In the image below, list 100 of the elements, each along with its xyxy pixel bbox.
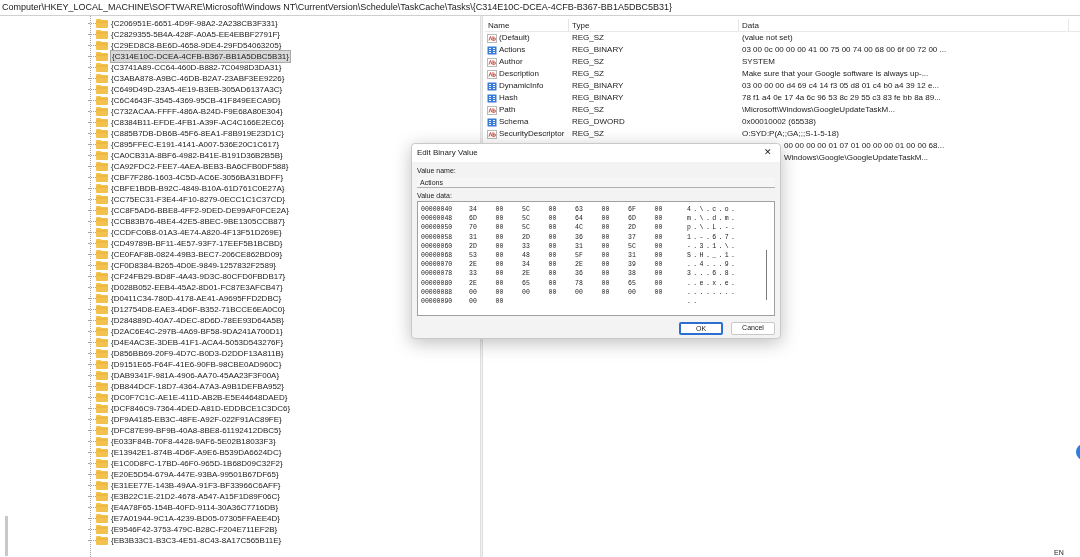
tree-item[interactable]: {C732ACAA-FFFF-486A-B24D-F9E68A80E304}: [110, 106, 284, 117]
folder-icon: [96, 173, 108, 182]
tree-item[interactable]: {C29ED8C8-BE6D-4658-9DE4-29FD54063205}: [110, 40, 283, 51]
value-type: REG_SZ: [571, 32, 605, 44]
tree-item[interactable]: {E3B22C1E-21D2-4678-A547-A15F1D89F06C}: [110, 491, 281, 502]
tree-item[interactable]: {D9151E65-F64F-41E6-90FB-98CBE0AD960C}: [110, 359, 283, 370]
tree-item[interactable]: {E7A01944-9C1A-4239-BD05-07305FFAEE4D}: [110, 513, 281, 524]
tree-item[interactable]: {CCDFC0B8-01A3-4E74-A820-4F13F51D269E}: [110, 227, 283, 238]
tree-item[interactable]: {CC75EC31-F3E4-4F10-8279-0ECC1C1C37CD}: [110, 194, 286, 205]
value-data: (value not set): [741, 32, 794, 44]
tree-item[interactable]: {D12754D8-EAE3-4D6F-B352-71BCCE6EA0C0}: [110, 304, 286, 315]
tree-item[interactable]: {DCF846C9-7364-4DED-A81D-EDDBCE1C3DC6}: [110, 403, 292, 414]
value-name[interactable]: Schema: [499, 116, 529, 128]
column-header[interactable]: Type: [569, 19, 739, 31]
value-name[interactable]: Author: [499, 56, 523, 68]
folder-icon: [96, 261, 108, 270]
tree-item[interactable]: {D0411C34-780D-4178-AE41-A9695FFD2DBC}: [110, 293, 283, 304]
folder-icon: [96, 228, 108, 237]
value-type: REG_SZ: [571, 56, 605, 68]
value-name[interactable]: Description: [499, 68, 539, 80]
tree-item[interactable]: {E9546F42-3753-479C-B28C-F204E711EF2B}: [110, 524, 279, 535]
tree-item[interactable]: {C895FFEC-E191-4141-A007-536E20C1C617}: [110, 139, 281, 150]
tree-item[interactable]: {C2829355-5B4A-428F-A0A5-EE4EBBF2791F}: [110, 29, 281, 40]
folder-icon: [96, 338, 108, 347]
value-data: O:SYD:P(A;;GA;;;S-1-5-18): [741, 128, 840, 140]
close-button[interactable]: ✕: [761, 146, 775, 160]
value-name[interactable]: (Default): [499, 32, 530, 44]
tree-item[interactable]: {CA0CB31A-8BF6-4982-B41E-B191D36B2B5B}: [110, 150, 284, 161]
tree-item[interactable]: {C6C4643F-3545-4369-95CB-41F849EECA9D}: [110, 95, 282, 106]
tree-item[interactable]: {D284889D-40A7-4DEC-8D6D-78EE93D64A5B}: [110, 315, 285, 326]
folder-icon: [96, 514, 108, 523]
tree-item[interactable]: {D2AC6E4C-297B-4A69-BF58-9DA241A700D1}: [110, 326, 284, 337]
column-header[interactable]: Data: [739, 19, 1069, 31]
tree-item[interactable]: {D4E4AC3E-3DEB-41F1-ACA4-5053D543276F}: [110, 337, 285, 348]
tree-item[interactable]: {C8384B11-EFDE-4FB1-A39F-AC4C166E2EC6}: [110, 117, 285, 128]
tree-item[interactable]: {C314E10C-DCEA-4CFB-B367-BB1A5DBC5B31}: [110, 50, 291, 63]
tree-item[interactable]: {DC0F7C1C-AE1E-411D-AB2B-E5E44648DAED}: [110, 392, 289, 403]
folder-icon: [96, 360, 108, 369]
folder-icon: [96, 283, 108, 292]
tree-item[interactable]: {CF0D8384-B265-4D0E-9849-1257832F2589}: [110, 260, 277, 271]
tree-item[interactable]: {C885B7DB-DB6B-45F6-8EA1-F8B919E23D1C}: [110, 128, 285, 139]
tree-item[interactable]: {DFC87E99-BF9B-40A8-8BE8-61192412DBC5}: [110, 425, 283, 436]
tree-item[interactable]: {CA92FDC2-FEE7-4AEA-BEB3-BA6CFB0DF588}: [110, 161, 290, 172]
folder-icon: [96, 74, 108, 83]
string-value-icon: [487, 129, 497, 139]
string-value-icon: [487, 57, 497, 67]
value-name[interactable]: Path: [499, 104, 516, 116]
folder-icon: [96, 272, 108, 281]
value-type: REG_BINARY: [571, 92, 625, 104]
tree-item[interactable]: {EB3B33C1-B3C3-4E51-8C43-8A17C565B11E}: [110, 535, 283, 546]
column-header[interactable]: Name: [485, 19, 569, 31]
tree-item[interactable]: {E31EE77E-143B-49AA-91F3-BF33966C6AFF}: [110, 480, 282, 491]
folder-icon: [96, 393, 108, 402]
value-type: REG_SZ: [571, 128, 605, 140]
folder-icon: [96, 107, 108, 116]
string-value-icon: [487, 33, 497, 43]
tree-item[interactable]: {CBFE1BDB-B92C-4849-B10A-61D761C0E27A}: [110, 183, 286, 194]
tree-item[interactable]: {CBF7F286-1603-4C5D-AC6E-3056BA31BDFF}: [110, 172, 285, 183]
tree-item[interactable]: {DF9A4185-EB3C-48FE-A92F-022F91AC89FE}: [110, 414, 283, 425]
value-data: 0x00010002 (65538): [741, 116, 817, 128]
value-data: 03 00 0c 00 00 00 41 00 75 00 74 00 68 00 6f 00 72 00 ...: [741, 44, 948, 56]
value-name[interactable]: Hash: [499, 92, 518, 104]
scrollbar-thumb[interactable]: [765, 250, 767, 300]
tree-item[interactable]: {C206951E-6651-4D9F-98A2-2A238CB3F331}: [110, 18, 279, 29]
folder-icon: [96, 481, 108, 490]
folder-icon: [96, 448, 108, 457]
tree-item[interactable]: {D856BB69-20F9-4D7C-B0D3-D2DDF13A811B}: [110, 348, 285, 359]
tree-item[interactable]: {C3741A89-CC64-460D-B882-7C0498D3DA31}: [110, 62, 283, 73]
tree-item[interactable]: {E033F84B-70F8-4428-9AF6-5E02B18033F3}: [110, 436, 277, 447]
value-name[interactable]: DynamicInfo: [499, 80, 544, 92]
folder-icon: [96, 217, 108, 226]
folder-icon: [96, 294, 108, 303]
tree-item[interactable]: {CD49789B-BF11-4E57-93F7-17EEF5B1BCBD}: [110, 238, 284, 249]
folder-icon: [96, 470, 108, 479]
tree-item[interactable]: {DAB9341F-981A-4906-AA70-45AA23F3F00A}: [110, 370, 281, 381]
tree-item[interactable]: {D028B052-EEB4-45A2-8D01-FC87E3AFCB47}: [110, 282, 284, 293]
tree-item[interactable]: {C3ABA878-A9BC-46DB-B2A7-23ABF3EE9226}: [110, 73, 286, 84]
folder-icon: [96, 206, 108, 215]
tree-item[interactable]: {CCB83B76-4BE4-42E5-8BEC-9BE1305CCB87}: [110, 216, 286, 227]
tree-item[interactable]: {E20E5D54-679A-447E-93BA-99501B67DF65}: [110, 469, 280, 480]
tree-item[interactable]: {E13942E1-874B-4D6F-A9E6-B539DA6624DC}: [110, 447, 283, 458]
tree-item[interactable]: {CF24FB29-BD8F-4A43-9D3C-80CFD0FBDB17}: [110, 271, 287, 282]
binary-value-icon: [487, 81, 497, 91]
value-data: 03 00 00 00 d4 69 c4 14 f3 05 d8 01 c4 b0 a4 39 12 e...: [741, 80, 941, 92]
folder-icon: [96, 426, 108, 435]
value-data: 78 f1 a4 0e 17 4a 6c 96 53 8c 29 55 c3 83 fe bb 8a 89...: [741, 92, 942, 104]
tree-item[interactable]: {C649D49D-23A5-4E19-B3EB-305AD6137A3C}: [110, 84, 284, 95]
value-name[interactable]: SecurityDescriptor: [499, 128, 565, 140]
tree-item[interactable]: {DB844DCF-18D7-4364-A7A3-A9B1DEFBA952}: [110, 381, 285, 392]
folder-icon: [96, 239, 108, 248]
folder-icon: [96, 459, 108, 468]
value-type: REG_DWORD: [571, 116, 626, 128]
tree-item[interactable]: {CE0FAF8B-0824-49B3-BEC7-206CE862BD09}: [110, 249, 284, 260]
value-name[interactable]: Actions: [499, 44, 526, 56]
folder-icon: [96, 503, 108, 512]
tree-item[interactable]: {E4A78F65-154B-40FD-9114-30A36C7716DB}: [110, 502, 280, 513]
tree-item[interactable]: {E1C0D8FC-17BD-46F0-965D-1B68D09C32F2}: [110, 458, 284, 469]
tree-item[interactable]: {CC8F5AD6-BBE8-4FF2-9DED-DE99AF0FCE2A}: [110, 205, 290, 216]
folder-icon: [96, 118, 108, 127]
address-bar[interactable]: Computer\HKEY_LOCAL_MACHINE\SOFTWARE\Microsoft\Windows NT\CurrentVersion\Schedule\TaskCache\Tasks\{C314E10C-DCEA-4CFB-B367-BB1A5DBC5B31}: [0, 0, 1080, 16]
